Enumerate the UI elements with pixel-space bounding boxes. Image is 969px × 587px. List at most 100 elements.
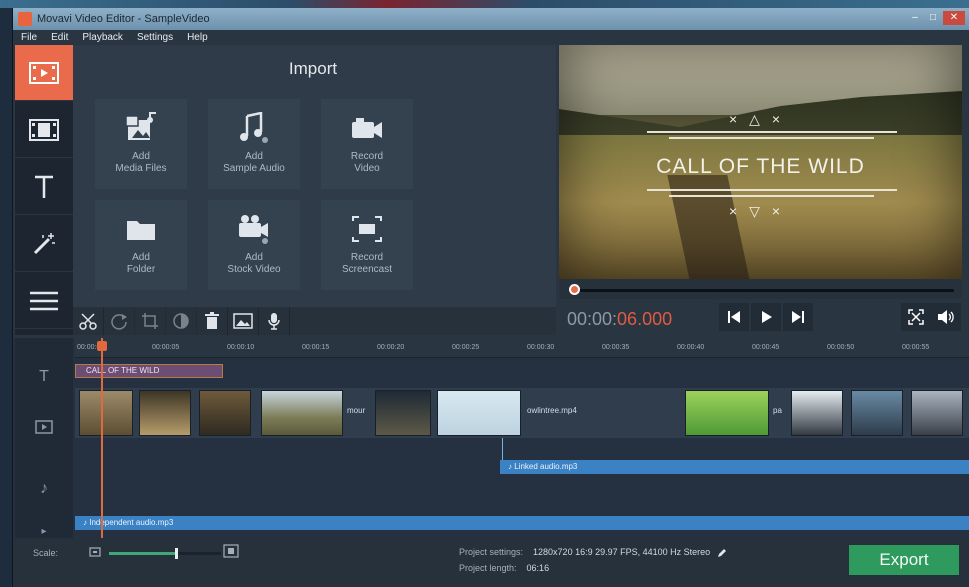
timecode-elapsed: 00:00: <box>567 309 618 329</box>
menu-file[interactable]: File <box>21 30 37 45</box>
ruler-tick: 00:00:55 <box>902 344 930 351</box>
preview-scrubber[interactable] <box>559 279 962 299</box>
fullscreen-button[interactable] <box>901 303 931 331</box>
more-tab[interactable] <box>15 273 73 329</box>
video-preview[interactable]: ×△× CALL OF THE WILD ×▽× <box>559 45 962 279</box>
tool-rail <box>15 45 73 335</box>
title-marks-top: ×△× <box>728 111 793 127</box>
camera-icon <box>352 118 382 138</box>
video-clip-name: owlintree.mp4 <box>527 406 577 415</box>
skip-forward-icon <box>792 311 804 323</box>
audio-track-icon: ♪ <box>40 480 48 497</box>
media-files-icon <box>125 112 156 140</box>
menu-edit[interactable]: Edit <box>51 30 68 45</box>
video-clip-thumbnail[interactable] <box>791 390 843 436</box>
window-controls: – □ ✕ <box>907 11 965 25</box>
video-clip-thumbnail[interactable] <box>261 390 343 436</box>
record-screencast-button[interactable]: Record Screencast <box>321 200 413 290</box>
play-button[interactable] <box>751 303 781 331</box>
video-clip-thumbnail[interactable] <box>139 390 191 436</box>
scrubber-track[interactable] <box>579 289 954 292</box>
add-folder-button[interactable]: Add Folder <box>95 200 187 290</box>
color-adjust-button[interactable] <box>166 307 197 335</box>
ruler-tick: 00:00:20 <box>377 344 405 351</box>
menu-playback[interactable]: Playback <box>82 30 123 45</box>
titles-tab[interactable] <box>15 159 73 215</box>
pencil-icon[interactable] <box>717 548 727 558</box>
window-title: Movavi Video Editor - SampleVideo <box>37 13 210 25</box>
add-media-files-button[interactable]: Add Media Files <box>95 99 187 189</box>
close-icon[interactable]: ✕ <box>943 11 965 25</box>
scissors-icon <box>79 313 97 330</box>
independent-audio-clip[interactable]: ♪ Independent audio.mp3 <box>75 516 969 530</box>
add-sample-audio-label: Add Sample Audio <box>223 151 285 174</box>
app-window: Movavi Video Editor - SampleVideo – □ ✕ … <box>12 8 969 587</box>
video-clip-thumbnail[interactable] <box>911 390 963 436</box>
crop-button[interactable] <box>135 307 166 335</box>
title-track-icon: T <box>39 368 49 385</box>
preview-title-text: CALL OF THE WILD <box>656 155 865 178</box>
scale-slider[interactable] <box>109 548 221 559</box>
picture-icon <box>233 313 253 329</box>
video-clip-thumbnail[interactable] <box>437 390 521 436</box>
ruler-tick: 00:00:45 <box>752 344 780 351</box>
skip-back-icon <box>728 311 740 323</box>
scrubber-handle[interactable] <box>569 284 580 295</box>
magic-wand-icon <box>33 232 55 254</box>
rotate-button[interactable] <box>104 307 135 335</box>
video-clip-thumbnail[interactable] <box>851 390 903 436</box>
ruler-tick: 00:00:40 <box>677 344 705 351</box>
title-ornament-bottom-inner <box>669 195 874 197</box>
add-sample-audio-button[interactable]: Add Sample Audio <box>208 99 300 189</box>
title-marks-bottom: ×▽× <box>728 203 793 219</box>
ruler-tick: 00:00:50 <box>827 344 855 351</box>
menu-settings[interactable]: Settings <box>137 30 173 45</box>
add-stock-video-button[interactable]: Add Stock Video <box>208 200 300 290</box>
image-button[interactable] <box>228 307 259 335</box>
zoom-out-icon[interactable] <box>89 546 101 558</box>
video-clip-thumbnail[interactable] <box>199 390 251 436</box>
folder-icon <box>127 221 155 240</box>
timecode-seconds: 06.000 <box>617 309 673 329</box>
menu-help[interactable]: Help <box>187 30 208 45</box>
fullscreen-icon <box>908 309 924 325</box>
next-button[interactable] <box>783 303 813 331</box>
video-clip-thumbnail[interactable] <box>685 390 769 436</box>
title-clip[interactable]: CALL OF THE WILD <box>75 364 223 378</box>
split-button[interactable] <box>73 307 104 335</box>
minimize-icon[interactable]: – <box>907 11 923 25</box>
player-controls: 00:00:06.000 <box>559 299 962 335</box>
stock-video-icon <box>239 215 268 244</box>
filters-tab[interactable] <box>15 102 73 158</box>
delete-button[interactable] <box>197 307 228 335</box>
video-clip-thumbnail[interactable] <box>79 390 133 436</box>
microphone-icon <box>268 313 280 330</box>
maximize-icon[interactable]: □ <box>925 11 941 25</box>
linked-audio-clip[interactable]: ♪ Linked audio.mp3 <box>500 460 969 474</box>
edit-toolbar <box>73 307 556 335</box>
record-video-button[interactable]: Record Video <box>321 99 413 189</box>
video-clip-thumbnail[interactable] <box>375 390 431 436</box>
effects-tab[interactable] <box>15 216 73 272</box>
import-tab[interactable] <box>15 45 73 101</box>
time-ruler[interactable]: 00:00:00 00:00:05 00:00:10 00:00:15 00:0… <box>75 338 969 358</box>
video-clip-name: pa <box>773 406 782 415</box>
previous-button[interactable] <box>719 303 749 331</box>
scale-slider-handle[interactable] <box>175 548 179 559</box>
desktop-background <box>0 0 969 8</box>
add-media-files-label: Add Media Files <box>115 151 167 174</box>
playhead[interactable] <box>101 338 103 538</box>
project-info: Project settings: 1280x720 16:9 29.97 FPS… <box>459 544 727 576</box>
record-voice-button[interactable] <box>259 307 290 335</box>
volume-button[interactable] <box>931 303 961 331</box>
video-track: mour owlintree.mp4 pa <box>75 388 969 438</box>
speaker-icon <box>938 310 954 324</box>
project-settings-label: Project settings: <box>459 547 524 557</box>
menu-bar: File Edit Playback Settings Help <box>13 30 969 45</box>
zoom-in-icon[interactable] <box>223 544 239 558</box>
project-length-label: Project length: <box>459 563 517 573</box>
ruler-tick: 00:00:30 <box>527 344 555 351</box>
track-expand-icon[interactable]: ▸ <box>15 526 73 537</box>
export-button[interactable]: Export <box>849 545 959 575</box>
app-icon <box>18 12 32 26</box>
